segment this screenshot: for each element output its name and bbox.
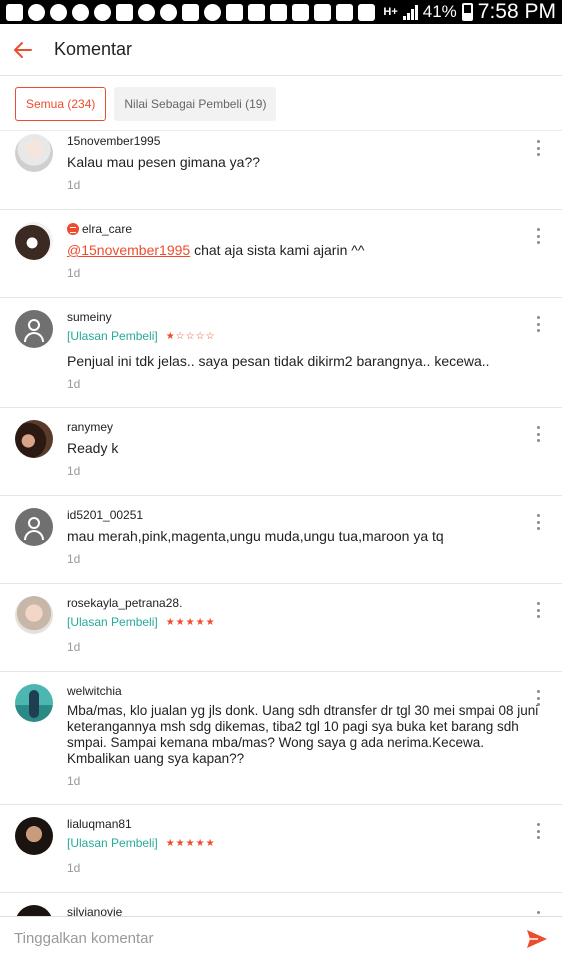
avatar[interactable] <box>15 817 53 855</box>
back-button[interactable] <box>0 24 46 76</box>
avatar[interactable] <box>15 508 53 546</box>
comment-time: 1d <box>67 464 81 478</box>
seller-badge-icon <box>67 223 79 235</box>
chat-icon <box>116 3 133 21</box>
comment-text: Mba/mas, klo jualan yg jls donk. Uang sd… <box>67 703 539 766</box>
more-options-icon[interactable] <box>532 316 544 332</box>
messenger-icon <box>138 3 155 21</box>
group-icon <box>248 3 265 21</box>
image-icon <box>182 3 199 21</box>
messenger-icon <box>50 3 67 21</box>
more-options-icon[interactable] <box>532 140 544 156</box>
messenger-icon <box>94 3 111 21</box>
page-title: Komentar <box>54 39 133 59</box>
comment-username[interactable]: lialuqman81 <box>67 817 522 831</box>
comment-time: 1d <box>67 266 81 280</box>
mention-link[interactable]: @15november1995 <box>67 242 190 258</box>
rating-stars: ★★★★★ <box>165 837 216 849</box>
review-tag: [Ulasan Pembeli] ★★★★★ <box>67 615 216 629</box>
filter-all[interactable]: Semua (234) <box>15 86 107 121</box>
review-tag: [Ulasan Pembeli] ★★★★★ <box>67 836 216 850</box>
comment-item: elra_care @15november1995 chat aja sista… <box>0 210 562 298</box>
avatar[interactable] <box>15 222 53 260</box>
comment-time: 1d <box>67 774 81 788</box>
more-options-icon[interactable] <box>532 514 544 530</box>
comment-item: welwitchia Mba/mas, klo jualan yg jls do… <box>0 672 562 805</box>
arrow-left-icon <box>14 41 32 58</box>
avatar[interactable] <box>15 905 53 916</box>
comment-username[interactable]: sumeiny <box>67 310 522 324</box>
messenger-icon <box>160 3 177 21</box>
comment-text: mau merah,pink,magenta,ungu muda,ungu tu… <box>67 528 444 544</box>
more-options-icon[interactable] <box>532 426 544 442</box>
comment-item: 15november1995 Kalau mau pesen gimana ya… <box>0 132 562 210</box>
avatar[interactable] <box>15 310 53 348</box>
comment-time: 1d <box>67 861 81 875</box>
review-tag: [Ulasan Pembeli] ★☆☆☆☆ <box>67 329 216 343</box>
comment-item: silvianovie <box>0 893 562 916</box>
instagram-icon <box>204 3 221 21</box>
comment-username[interactable]: 15november1995 <box>67 134 522 148</box>
comment-input[interactable] <box>14 930 512 947</box>
clock: 7:58 PM <box>477 0 556 23</box>
comment-item: ranymey Ready k 1d <box>0 408 562 496</box>
add-icon <box>6 3 23 21</box>
app-header: Komentar <box>0 24 562 76</box>
filter-tabs: Semua (234) Nilai Sebagai Pembeli (19) <box>0 77 562 131</box>
comment-username[interactable]: rosekayla_petrana28. <box>67 596 522 610</box>
filter-buyer-reviews[interactable]: Nilai Sebagai Pembeli (19) <box>114 86 277 121</box>
comment-text: Penjual ini tdk jelas.. saya pesan tidak… <box>67 353 490 369</box>
group-icon <box>336 3 353 21</box>
whatsapp-icon <box>28 3 45 21</box>
comment-time: 1d <box>67 178 81 192</box>
comment-text: Ready k <box>67 440 119 456</box>
calendar-icon <box>270 3 287 21</box>
comment-item: id5201_00251 mau merah,pink,magenta,ungu… <box>0 496 562 584</box>
messenger-icon <box>72 3 89 21</box>
comment-username[interactable]: silvianovie <box>67 905 522 916</box>
group-icon <box>226 3 243 21</box>
comment-time: 1d <box>67 640 81 654</box>
send-button[interactable] <box>512 917 562 961</box>
avatar[interactable] <box>15 134 53 172</box>
send-icon <box>527 929 547 948</box>
more-options-icon[interactable] <box>532 823 544 839</box>
group-icon <box>292 3 309 21</box>
group-icon <box>358 3 375 21</box>
comment-item: sumeiny [Ulasan Pembeli] ★☆☆☆☆ Penjual i… <box>0 298 562 408</box>
comment-text: Kalau mau pesen gimana ya?? <box>67 154 261 170</box>
comment-text: @15november1995 chat aja sista kami ajar… <box>67 242 365 258</box>
comment-list[interactable]: 15november1995 Kalau mau pesen gimana ya… <box>0 132 562 916</box>
comment-username[interactable]: welwitchia <box>67 684 548 698</box>
network-type: H+ <box>383 6 398 18</box>
comment-username[interactable]: ranymey <box>67 420 522 434</box>
comment-composer <box>0 916 562 960</box>
comment-item: rosekayla_petrana28. [Ulasan Pembeli] ★★… <box>0 584 562 672</box>
rating-stars: ★★★★★ <box>165 616 216 628</box>
status-bar: H+ 41% 7:58 PM <box>0 0 562 24</box>
comment-item: lialuqman81 [Ulasan Pembeli] ★★★★★ 1d <box>0 805 562 893</box>
comment-time: 1d <box>67 377 81 391</box>
notification-icons <box>6 3 383 21</box>
more-options-icon[interactable] <box>532 228 544 244</box>
comment-username[interactable]: elra_care <box>67 222 522 236</box>
group-icon <box>314 3 331 21</box>
battery-percent: 41% <box>422 2 457 21</box>
more-options-icon[interactable] <box>532 602 544 618</box>
avatar[interactable] <box>15 420 53 458</box>
battery-icon <box>461 3 473 21</box>
signal-icon <box>402 4 418 20</box>
more-options-icon[interactable] <box>532 690 544 706</box>
avatar[interactable] <box>15 684 53 722</box>
comment-username[interactable]: id5201_00251 <box>67 508 522 522</box>
comment-time: 1d <box>67 552 81 566</box>
rating-stars: ★☆☆☆☆ <box>165 330 216 342</box>
avatar[interactable] <box>15 596 53 634</box>
